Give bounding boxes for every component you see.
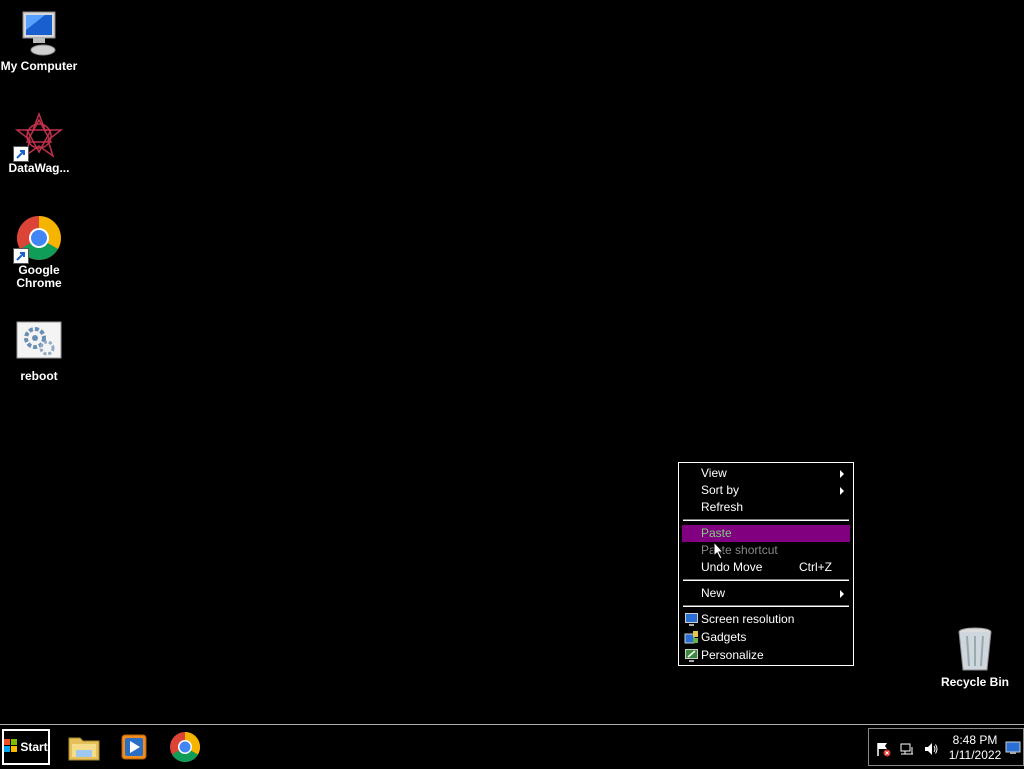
menu-item-gadgets[interactable]: Gadgets (682, 629, 850, 646)
desktop-icon-label: Recycle Bin (940, 675, 1010, 689)
menu-item-label: Gadgets (701, 630, 747, 644)
clock-time: 8:48 PM (952, 733, 998, 747)
volume-icon[interactable] (923, 741, 939, 762)
menu-item-new[interactable]: New (682, 585, 850, 602)
personalize-icon (684, 648, 699, 663)
show-desktop-button[interactable] (1005, 741, 1021, 760)
start-button[interactable]: Start (2, 729, 50, 765)
windows-logo-icon (4, 739, 18, 755)
desktop-icon-label: reboot (20, 369, 58, 383)
taskbar: Start 8:48 PM 1/11/2022 (0, 724, 1024, 768)
chrome-icon (170, 732, 201, 763)
taskbar-file-explorer-button[interactable] (66, 730, 102, 764)
action-center-flag-icon[interactable] (875, 741, 891, 762)
menu-item-refresh[interactable]: Refresh (682, 499, 850, 516)
chrome-icon (13, 214, 63, 264)
menu-item-sort-by[interactable]: Sort by (682, 482, 850, 499)
menu-item-label: Personalize (701, 648, 764, 662)
desktop-icon-datawag[interactable]: DataWag... (0, 111, 78, 175)
datawag-icon (13, 111, 64, 162)
clock[interactable]: 8:48 PM 1/11/2022 (945, 733, 1005, 763)
desktop-context-menu: View Sort by Refresh Paste Paste shortcu… (678, 462, 854, 666)
taskbar-media-player-button[interactable] (116, 730, 152, 764)
submenu-arrow-icon (840, 590, 844, 598)
system-tray: 8:48 PM 1/11/2022 (868, 728, 1024, 766)
menu-item-accelerator: Ctrl+Z (799, 560, 832, 574)
recycle-bin-icon (951, 626, 999, 674)
gadgets-icon (684, 630, 699, 645)
menu-item-paste[interactable]: Paste (682, 525, 850, 542)
desktop-icon-recycle-bin[interactable]: Recycle Bin (936, 626, 1014, 689)
media-player-icon (121, 734, 147, 760)
computer-icon (15, 10, 63, 58)
menu-item-label: Undo Move (701, 560, 763, 574)
menu-item-label: Paste (701, 526, 732, 540)
menu-separator (683, 579, 849, 581)
submenu-arrow-icon (840, 487, 844, 495)
menu-item-personalize[interactable]: Personalize (682, 647, 850, 664)
file-explorer-icon (68, 737, 100, 761)
settings-gears-icon (15, 320, 63, 368)
desktop-icon-my-computer[interactable]: My Computer (0, 10, 78, 73)
submenu-arrow-icon (840, 470, 844, 478)
menu-item-view[interactable]: View (682, 465, 850, 482)
menu-item-screen-resolution[interactable]: Screen resolution (682, 611, 850, 628)
menu-item-label: Refresh (701, 500, 744, 514)
desktop-icon-google-chrome[interactable]: Google Chrome (0, 214, 78, 290)
clock-date: 1/11/2022 (948, 748, 1002, 762)
desktop-icon-label: Google Chrome (16, 263, 62, 290)
desktop-icon-label: My Computer (0, 59, 78, 73)
menu-item-paste-shortcut[interactable]: Paste shortcut (682, 542, 850, 559)
mouse-cursor-icon (713, 540, 725, 565)
start-label: Start (20, 740, 48, 754)
menu-item-label: Sort by (701, 483, 740, 497)
menu-item-label: View (701, 466, 727, 480)
menu-separator (683, 605, 849, 607)
taskbar-chrome-button[interactable] (167, 730, 203, 764)
screen-resolution-icon (684, 612, 699, 627)
menu-separator (683, 519, 849, 521)
menu-item-label: Screen resolution (701, 612, 795, 626)
shortcut-arrow-icon (13, 248, 29, 264)
desktop-icon-reboot[interactable]: reboot (0, 320, 78, 383)
menu-item-undo-move[interactable]: Undo Move Ctrl+Z (682, 559, 850, 576)
menu-item-label: New (701, 586, 726, 600)
shortcut-arrow-icon (13, 146, 29, 162)
desktop-icon-label: DataWag... (8, 161, 70, 175)
network-icon[interactable] (899, 741, 915, 762)
